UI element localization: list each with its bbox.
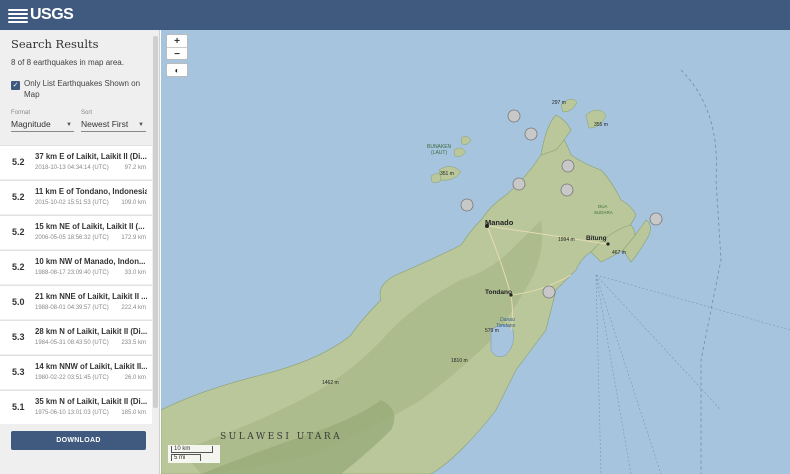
magnitude: 5.2 — [12, 262, 25, 272]
layers-button[interactable]: ◐ — [166, 63, 188, 77]
elevation-label: 351 m — [440, 171, 454, 177]
earthquake-marker[interactable] — [542, 285, 556, 299]
globe-icon: ◐ — [174, 66, 180, 75]
place: 11 km E of Tondano, Indonesia — [35, 187, 147, 196]
magnitude: 5.2 — [12, 157, 25, 167]
depth: 185.0 km — [121, 410, 146, 416]
label-bunaken-sub: (LAUT) — [431, 150, 448, 156]
time: 2006-05-05 18:56:32 (UTC) — [35, 235, 109, 241]
earthquake-marker[interactable] — [524, 127, 538, 141]
magnitude: 5.2 — [12, 227, 25, 237]
depth: 97.2 km — [124, 165, 146, 171]
only-list-label[interactable]: Only List Earthquakes Shown on Map — [24, 78, 149, 100]
label-duasudara: DUA — [598, 204, 608, 209]
sort-caption: Sort — [81, 110, 93, 116]
magnitude: 5.3 — [12, 367, 25, 377]
depth: 172.9 km — [121, 235, 146, 241]
search-results-title: Search Results — [11, 37, 99, 51]
chevron-down-icon: ▼ — [66, 122, 72, 128]
zoom-in-button[interactable]: + — [167, 35, 187, 48]
city-marker-bitung — [606, 242, 610, 246]
elevation-label: 1994 m — [558, 237, 575, 243]
label-tondano: Tondano — [485, 289, 512, 296]
place: 14 km NNW of Laikit, Laikit II... — [35, 362, 147, 371]
usgs-wave-icon — [8, 7, 28, 23]
earthquake-marker[interactable] — [649, 212, 663, 226]
scale-bar: 10 km 5 mi — [168, 445, 220, 463]
zoom-out-button[interactable]: − — [167, 48, 187, 61]
time: 2018-10-13 04:34:14 (UTC) — [35, 165, 109, 171]
depth: 26.0 km — [124, 375, 146, 381]
earthquake-marker[interactable] — [560, 183, 574, 197]
depth: 33.0 km — [124, 270, 146, 276]
time: 1988-08-17 23:09:40 (UTC) — [35, 270, 109, 276]
place: 21 km NNE of Laikit, Laikit II ... — [35, 292, 147, 301]
time: 1975-06-10 13:01:03 (UTC) — [35, 410, 109, 416]
time: 1984-05-31 08:43:50 (UTC) — [35, 340, 109, 346]
elevation-label: 355 m — [594, 122, 608, 128]
format-value: Magnitude — [11, 119, 51, 129]
usgs-logo[interactable]: USGS — [8, 6, 74, 24]
earthquake-list-item[interactable]: 5.0 21 km NNE of Laikit, Laikit II ... 1… — [0, 285, 152, 319]
label-region: SULAWESI UTARA — [220, 432, 343, 442]
earthquake-marker[interactable] — [507, 109, 521, 123]
earthquake-marker[interactable] — [460, 198, 474, 212]
elevation-label: 1810 m — [451, 358, 468, 364]
chevron-down-icon: ▼ — [138, 122, 144, 128]
only-list-checkbox[interactable]: ✓ — [11, 81, 20, 90]
elevation-label: 579 m — [485, 328, 499, 334]
zoom-control: + − — [166, 34, 188, 60]
magnitude: 5.1 — [12, 402, 25, 412]
label-bitung: Bitung — [586, 235, 607, 242]
magnitude: 5.0 — [12, 297, 25, 307]
time: 1988-08-01 04:39:57 (UTC) — [35, 305, 109, 311]
magnitude: 5.3 — [12, 332, 25, 342]
earthquake-list-item[interactable]: 5.2 10 km NW of Manado, Indon... 1988-08… — [0, 250, 152, 284]
elevation-label: 297 m — [552, 100, 566, 106]
sort-select[interactable]: Newest First ▼ — [81, 119, 146, 132]
sidebar-scrollbar[interactable] — [153, 36, 158, 408]
place: 37 km E of Laikit, Laikit II (Di... — [35, 152, 147, 161]
map-view[interactable] — [161, 30, 790, 474]
elevation-label: 1462 m — [322, 380, 339, 386]
scale-mi: 5 mi — [171, 454, 201, 461]
download-button[interactable]: DOWNLOAD — [11, 431, 146, 450]
format-caption: Format — [11, 110, 31, 116]
earthquake-list-item[interactable]: 5.2 11 km E of Tondano, Indonesia 2015-1… — [0, 180, 152, 214]
label-manado: Manado — [485, 218, 514, 227]
logo-text: USGS — [30, 6, 74, 23]
place: 10 km NW of Manado, Indon... — [35, 257, 146, 266]
scale-km: 10 km — [171, 446, 213, 453]
magnitude: 5.2 — [12, 192, 25, 202]
place: 35 km N of Laikit, Laikit II (Di... — [35, 397, 147, 406]
depth: 222.4 km — [121, 305, 146, 311]
earthquake-marker[interactable] — [561, 159, 575, 173]
depth: 233.5 km — [121, 340, 146, 346]
label-duasudara-sub: SUDARA — [594, 210, 613, 215]
earthquake-list-item[interactable]: 5.1 35 km N of Laikit, Laikit II (Di... … — [0, 390, 152, 424]
earthquake-list-item[interactable]: 5.2 15 km NE of Laikit, Laikit II (... 2… — [0, 215, 152, 249]
earthquake-list-item[interactable]: 5.3 14 km NNW of Laikit, Laikit II... 19… — [0, 355, 152, 389]
map-canvas[interactable] — [161, 30, 790, 474]
earthquake-list-item[interactable]: 5.3 28 km N of Laikit, Laikit II (Di... … — [0, 320, 152, 354]
earthquake-list-item[interactable]: 5.2 37 km E of Laikit, Laikit II (Di... … — [0, 145, 152, 179]
earthquake-marker[interactable] — [512, 177, 526, 191]
header-bar: USGS — [0, 0, 790, 30]
time: 2015-10-02 15:51:53 (UTC) — [35, 200, 109, 206]
sort-value: Newest First — [81, 119, 129, 129]
place: 15 km NE of Laikit, Laikit II (... — [35, 222, 145, 231]
elevation-label: 467 m — [612, 250, 626, 256]
place: 28 km N of Laikit, Laikit II (Di... — [35, 327, 147, 336]
depth: 109.0 km — [121, 200, 146, 206]
format-select[interactable]: Magnitude ▼ — [11, 119, 74, 132]
results-count: 8 of 8 earthquakes in map area. — [11, 58, 124, 67]
time: 1980-02-22 03:51:45 (UTC) — [35, 375, 109, 381]
